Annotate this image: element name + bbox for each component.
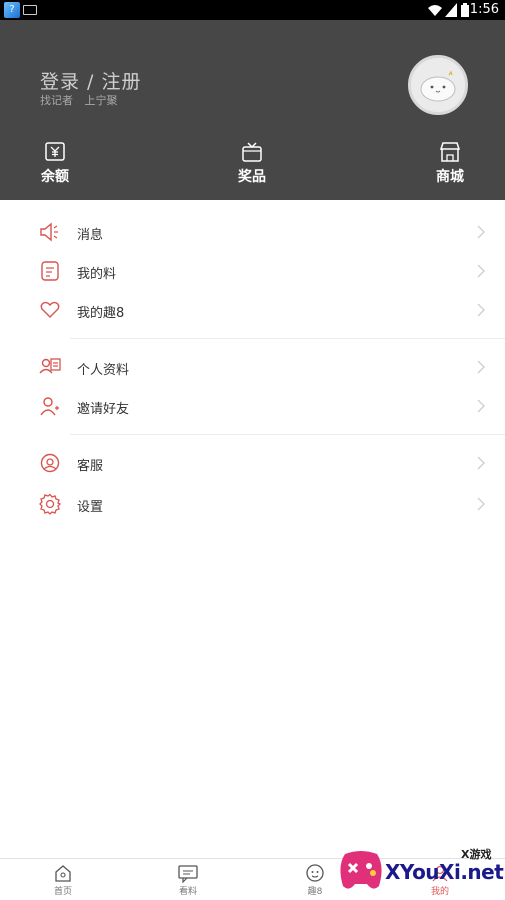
app-icon: ?: [4, 2, 20, 18]
home-icon: [55, 865, 71, 882]
chevron-right-icon: [477, 497, 485, 511]
menu-item-label: 我的料: [77, 267, 117, 282]
status-bar: ? 1:56: [0, 0, 505, 20]
menu-item-label: 我的趣8: [77, 306, 125, 321]
wifi-icon: [428, 5, 442, 16]
profile-card-icon: [39, 358, 61, 374]
menu-item-label: 个人资料: [77, 363, 130, 378]
avatar-mascot-icon: [411, 58, 465, 112]
battery-icon: [461, 3, 469, 17]
menu-item-label: 设置: [77, 500, 104, 515]
menu-item-label: 消息: [77, 228, 104, 243]
chevron-right-icon: [477, 303, 485, 317]
settings-menu: 消息 我的料 我的趣8 个人资料 邀请好友 客服 设置: [0, 213, 505, 524]
gift-box-icon: [242, 142, 262, 162]
menu-item-settings[interactable]: 设置: [0, 485, 505, 524]
gear-icon: [39, 493, 61, 515]
face-icon: [306, 864, 324, 882]
menu-item-label: 邀请好友: [77, 402, 130, 417]
quick-balance[interactable]: 余额: [15, 142, 95, 186]
header-subtitle: 找记者 上宁聚: [40, 94, 118, 107]
chevron-right-icon: [477, 264, 485, 278]
menu-item-invite-friends[interactable]: 邀请好友: [0, 387, 505, 426]
heart-icon: [40, 301, 60, 318]
avatar[interactable]: [408, 55, 468, 115]
quick-mall-label: 商城: [436, 169, 464, 185]
chevron-right-icon: [477, 456, 485, 470]
quick-prize-label: 奖品: [238, 169, 266, 185]
menu-item-label: 客服: [77, 459, 104, 474]
chevron-right-icon: [477, 360, 485, 374]
nav-feed[interactable]: 看料: [158, 863, 218, 897]
speaker-icon: [40, 222, 58, 242]
chevron-right-icon: [477, 399, 485, 413]
watermark: X游戏 XYouXi.net: [335, 840, 505, 898]
quick-mall[interactable]: 商城: [410, 142, 490, 186]
watermark-text: XYouXi.net: [385, 860, 504, 884]
person-add-icon: [40, 397, 59, 416]
status-time: 1:56: [469, 2, 499, 17]
chat-icon: [178, 865, 198, 883]
gamepad-logo-icon: [340, 851, 382, 889]
quick-balance-label: 余额: [41, 169, 69, 185]
profile-header: 登录 / 注册 找记者 上宁聚 余额 奖品 商城: [0, 20, 505, 200]
menu-divider: [0, 330, 505, 348]
yen-wallet-icon: [45, 142, 65, 161]
chevron-right-icon: [477, 225, 485, 239]
menu-divider: [0, 426, 505, 444]
menu-item-customer-service[interactable]: 客服: [0, 444, 505, 483]
menu-item-my-posts[interactable]: 我的料: [0, 252, 505, 291]
nav-feed-label: 看料: [178, 887, 197, 897]
login-register-link[interactable]: 登录 / 注册: [40, 67, 141, 94]
keyboard-icon: [23, 5, 37, 15]
signal-icon: [445, 3, 457, 17]
shop-icon: [439, 142, 461, 162]
customer-service-icon: [40, 453, 60, 473]
nav-home-label: 首页: [53, 887, 72, 897]
note-icon: [41, 261, 59, 281]
menu-item-messages[interactable]: 消息: [0, 213, 505, 252]
nav-home[interactable]: 首页: [33, 863, 93, 897]
menu-item-my-qu8[interactable]: 我的趣8: [0, 291, 505, 330]
quick-prize[interactable]: 奖品: [212, 142, 292, 186]
menu-item-profile[interactable]: 个人资料: [0, 348, 505, 387]
